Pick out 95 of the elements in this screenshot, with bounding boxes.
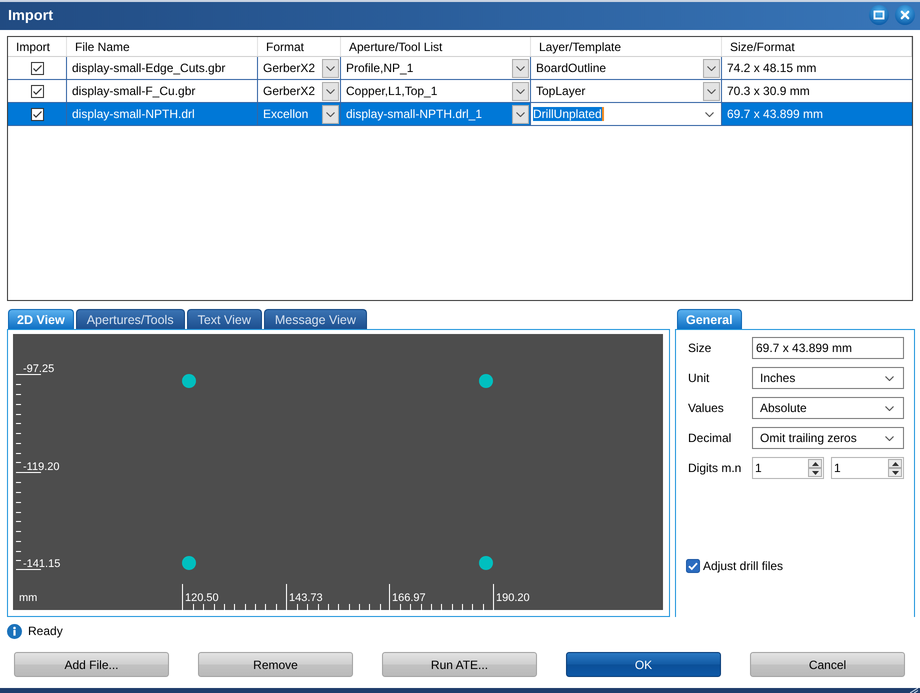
dropdown-button[interactable]	[512, 58, 529, 78]
tab[interactable]: Apertures/Tools	[76, 309, 185, 329]
field-label: Decimal	[688, 431, 732, 445]
column-header[interactable]: File Name	[75, 40, 130, 54]
dropdown-button[interactable]	[512, 104, 529, 124]
spin-field[interactable]: 1	[831, 457, 904, 479]
tab[interactable]: 2D View	[8, 309, 74, 329]
chevron-down-icon	[707, 66, 716, 70]
dropdown-button[interactable]	[703, 82, 720, 100]
file-name-text: display-small-F_Cu.gbr	[72, 84, 196, 98]
spin-up-button[interactable]	[888, 459, 902, 468]
x-axis-label: 166.97	[392, 592, 426, 604]
size-text: 70.3 x 30.9 mm	[727, 84, 811, 98]
column-header[interactable]: Import	[16, 40, 50, 54]
spin-down-button[interactable]	[808, 468, 822, 477]
y-axis-label: -119.20	[23, 461, 60, 473]
tab[interactable]: Message View	[264, 309, 367, 329]
column-header[interactable]: Aperture/Tool List	[349, 40, 442, 54]
field-label: Size	[688, 341, 712, 355]
column-header[interactable]: Layer/Template	[539, 40, 622, 54]
spin-up-button[interactable]	[808, 459, 822, 468]
tab[interactable]: Text View	[186, 309, 262, 329]
field-label: Unit	[688, 371, 710, 385]
axis-unit-label: mm	[19, 592, 38, 604]
dropdown-button[interactable]	[512, 82, 529, 100]
resize-grip-icon[interactable]	[910, 688, 918, 693]
info-icon	[7, 624, 22, 638]
format-text: Excellon	[263, 107, 310, 121]
primary-button[interactable]: OK	[566, 652, 721, 677]
triangle-up-icon	[892, 462, 898, 466]
dropdown[interactable]: Inches	[752, 367, 904, 389]
window-title: Import	[8, 8, 54, 24]
chevron-down-icon	[516, 88, 525, 94]
layer-text: BoardOutline	[536, 61, 608, 75]
triangle-up-icon	[812, 462, 818, 466]
drill-hole	[182, 556, 196, 570]
status-text: Ready	[28, 624, 63, 638]
tool-list-text: Profile,NP_1	[346, 61, 414, 75]
dropdown-button[interactable]	[322, 82, 339, 100]
chevron-down-icon	[516, 66, 525, 70]
tab[interactable]: General	[677, 309, 742, 329]
spin-down-button[interactable]	[888, 468, 902, 477]
checkbox-label[interactable]: Adjust drill files	[703, 559, 784, 573]
file-name-text: display-small-NPTH.drl	[72, 107, 196, 121]
x-axis-label: 120.50	[185, 592, 219, 604]
drill-hole	[479, 374, 493, 388]
triangle-down-icon	[892, 470, 898, 474]
chevron-down-icon	[326, 112, 335, 116]
chevron-down-icon	[705, 112, 714, 116]
chevron-down-icon	[885, 406, 894, 410]
y-axis-label: -97.25	[23, 363, 54, 375]
chevron-down-icon	[516, 112, 525, 116]
x-axis-label: 190.20	[496, 592, 530, 604]
spin-field[interactable]: 1	[752, 457, 824, 479]
table-row[interactable]: display-small-Edge_Cuts.gbr GerberX2 Profile,NP_1 BoardOutline 74.2 x 48.15 mm	[8, 57, 912, 80]
format-text: GerberX2	[263, 84, 316, 98]
table-row[interactable]: display-small-NPTH.drl Excellon display-small-NPTH.drl_1 DrillUnplated 69.7 x 43.899 mm	[8, 103, 912, 126]
tool-list-text: Copper,L1,Top_1	[346, 84, 438, 98]
chevron-down-icon	[885, 436, 894, 440]
drill-hole	[479, 556, 493, 570]
dialog-button[interactable]: Remove	[198, 652, 353, 677]
dialog-button[interactable]: Cancel	[750, 652, 905, 677]
chevron-down-icon	[326, 88, 335, 94]
close-icon[interactable]	[895, 4, 915, 24]
column-header[interactable]: Format	[266, 40, 304, 54]
dropdown-button[interactable]	[322, 104, 339, 124]
chevron-down-icon	[326, 66, 335, 70]
dialog-button[interactable]: Run ATE...	[382, 652, 537, 677]
file-name-text: display-small-Edge_Cuts.gbr	[72, 61, 226, 75]
chevron-down-icon	[885, 376, 894, 380]
dialog-button[interactable]: Add File...	[14, 652, 169, 677]
checkbox[interactable]	[686, 559, 700, 573]
checkbox[interactable]	[30, 108, 44, 120]
maximize-icon[interactable]	[869, 4, 889, 24]
tool-list-text: display-small-NPTH.drl_1	[346, 107, 484, 121]
dropdown-button[interactable]	[703, 58, 720, 78]
format-text: GerberX2	[263, 61, 316, 75]
checkbox[interactable]	[30, 62, 44, 74]
text-field[interactable]: 69.7 x 43.899 mm	[752, 337, 904, 359]
chevron-down-icon	[707, 88, 716, 94]
field-label: Values	[688, 401, 725, 415]
x-axis-label: 143.73	[289, 592, 323, 604]
dropdown-button[interactable]	[322, 58, 339, 78]
field-label: Digits m.n	[688, 461, 742, 475]
dropdown[interactable]: Omit trailing zeros	[752, 427, 904, 449]
drill-hole	[182, 374, 196, 388]
layer-combo-box[interactable]: DrillUnplated	[531, 103, 721, 125]
y-axis-label: -141.15	[23, 558, 60, 570]
checkbox[interactable]	[30, 84, 44, 98]
layer-text: TopLayer	[536, 84, 586, 98]
dropdown[interactable]: Absolute	[752, 397, 904, 419]
triangle-down-icon	[812, 470, 818, 474]
column-header[interactable]: Size/Format	[730, 40, 795, 54]
size-text: 69.7 x 43.899 mm	[727, 107, 824, 121]
size-text: 74.2 x 48.15 mm	[727, 61, 818, 75]
